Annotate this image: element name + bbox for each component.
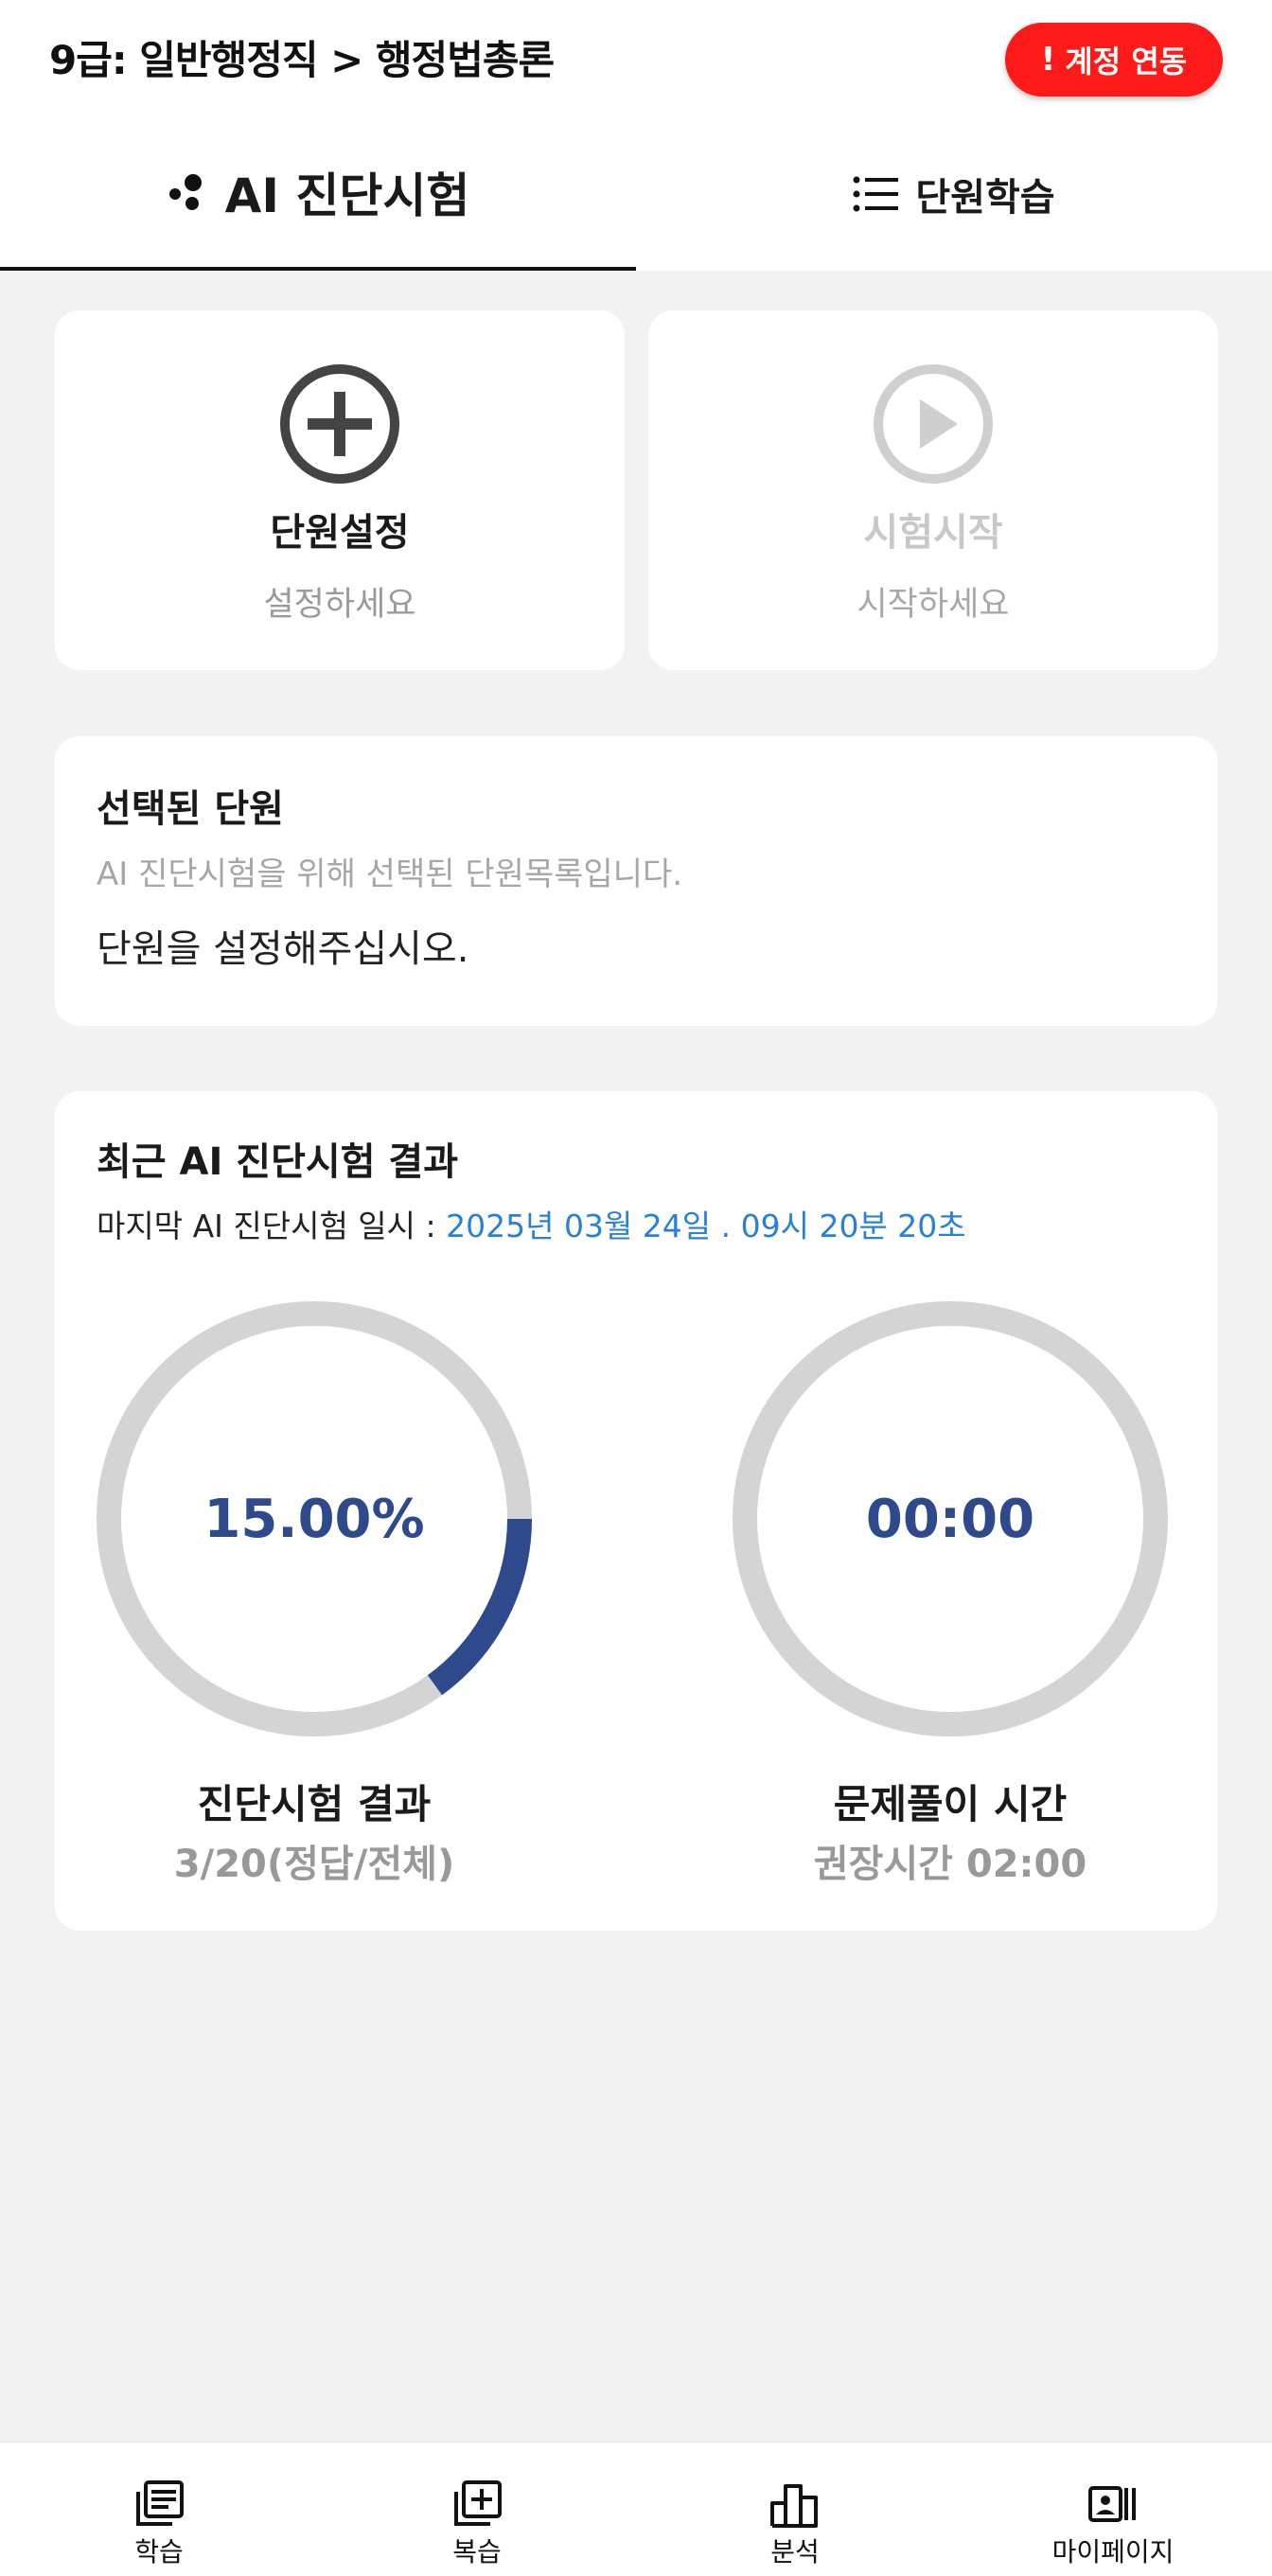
last-test-date-value: 2025년 03월 24일 . 09시 20분 20초: [446, 1208, 966, 1244]
selected-units-title: 선택된 단원: [97, 787, 284, 831]
unit-setting-title: 단원설정: [270, 511, 410, 555]
add-box-icon: [454, 2480, 502, 2526]
nav-review-label: 복습: [452, 2536, 502, 2567]
time-label: 문제풀이 시간: [833, 1781, 1068, 1827]
nav-study-label: 학습: [134, 2536, 184, 2567]
test-start-subtitle: 시작하세요: [857, 586, 1010, 624]
unit-setting-subtitle: 설정하세요: [263, 586, 416, 624]
play-circle-icon: [874, 364, 993, 484]
page-title: 9급: 일반행정직 > 행정법총론: [49, 37, 555, 83]
last-test-date-label: 마지막 AI 진단시험 일시 :: [97, 1208, 447, 1244]
time-ring: 00:00: [733, 1301, 1168, 1737]
alert-icon: !: [1040, 41, 1056, 79]
unit-setting-card[interactable]: 단원설정 설정하세요: [55, 310, 625, 670]
score-sub: 3/20(정답/전체): [173, 1843, 455, 1886]
selected-units-card: 선택된 단원 AI 진단시험을 위해 선택된 단원목록입니다. 단원을 설정해주…: [55, 736, 1217, 1026]
test-start-title: 시험시작: [863, 511, 1003, 555]
selected-units-empty-message: 단원을 설정해주십시오.: [97, 927, 469, 971]
tab-ai-test-label: AI 진단시험: [224, 168, 470, 223]
test-start-card[interactable]: 시험시작 시작하세요: [648, 310, 1218, 670]
nav-mypage-label: 마이페이지: [1051, 2536, 1175, 2567]
ai-dots-icon: [168, 174, 202, 210]
bar-chart-icon: [770, 2484, 818, 2528]
time-value: 00:00: [865, 1488, 1035, 1550]
bottom-navigation: 학습 복습 분석 마이페이지: [0, 2442, 1272, 2576]
recent-result-title: 최근 AI 진단시험 결과: [97, 1140, 459, 1184]
score-label: 진단시험 결과: [197, 1781, 432, 1827]
profile-card-icon: [1088, 2486, 1136, 2522]
recent-result-card: 최근 AI 진단시험 결과 마지막 AI 진단시험 일시 : 2025년 03월…: [55, 1091, 1217, 1931]
nav-study[interactable]: 학습: [0, 2443, 318, 2576]
top-header: 9급: 일반행정직 > 행정법총론 ! 계정 연동: [0, 0, 1272, 117]
selected-units-description: AI 진단시험을 위해 선택된 단원목록입니다.: [97, 856, 683, 893]
tab-unit-study[interactable]: 단원학습: [636, 117, 1272, 271]
tab-unit-study-label: 단원학습: [915, 176, 1055, 220]
score-value: 15.00%: [203, 1488, 425, 1550]
time-sub: 권장시간 02:00: [813, 1843, 1087, 1886]
account-link-button[interactable]: ! 계정 연동: [1005, 23, 1223, 97]
nav-analysis-label: 분석: [770, 2536, 820, 2567]
tab-bar: AI 진단시험 단원학습: [0, 117, 1272, 271]
nav-review[interactable]: 복습: [318, 2443, 636, 2576]
account-link-label: 계정 연동: [1065, 44, 1188, 79]
last-test-date: 마지막 AI 진단시험 일시 : 2025년 03월 24일 . 09시 20분…: [97, 1201, 966, 1246]
tab-ai-test[interactable]: AI 진단시험: [0, 117, 636, 271]
list-icon: [853, 176, 899, 212]
nav-analysis[interactable]: 분석: [636, 2443, 954, 2576]
nav-mypage[interactable]: 마이페이지: [954, 2443, 1272, 2576]
plus-circle-icon: [280, 364, 399, 484]
score-ring: 15.00%: [97, 1301, 532, 1737]
book-icon: [136, 2480, 184, 2526]
